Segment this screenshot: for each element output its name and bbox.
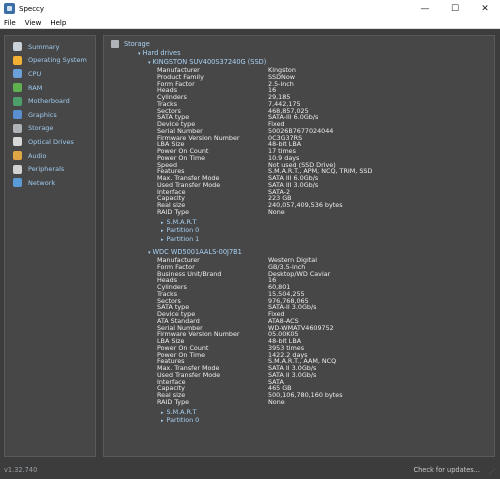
- sidebar-item-graphics[interactable]: Graphics: [5, 108, 95, 122]
- property-value: None: [268, 397, 285, 406]
- maximize-button[interactable]: ☐: [440, 0, 470, 17]
- sidebar-item-label: Operating System: [28, 56, 87, 65]
- sidebar-item-label: RAM: [28, 83, 43, 92]
- title-bar: Speccy — ☐ ✕: [0, 0, 500, 17]
- storage-details-panel[interactable]: Storage ▾ Hard drives ▾ KINGSTON SUV400S37…: [103, 35, 495, 457]
- sidebar-item-label: CPU: [28, 69, 42, 78]
- windows-icon: [13, 55, 22, 65]
- expand-arrow-icon: ▸: [161, 236, 164, 243]
- subnode-partition-1[interactable]: ▸ Partition 1: [161, 235, 199, 243]
- property-key: RAID Type: [157, 207, 190, 216]
- collapse-arrow-icon: ▾: [148, 60, 151, 66]
- summary-icon: [13, 42, 22, 52]
- property-value: None: [268, 207, 285, 216]
- expand-arrow-icon: ▸: [161, 409, 164, 416]
- storage-icon: [111, 40, 119, 48]
- cpu-icon: [13, 69, 22, 79]
- peripherals-icon: [13, 164, 22, 174]
- expand-arrow-icon: ▸: [161, 228, 164, 234]
- check-updates-link[interactable]: Check for updates...: [414, 466, 481, 474]
- menu-file[interactable]: File: [0, 19, 21, 27]
- network-icon: [13, 178, 22, 188]
- motherboard-icon: [13, 96, 22, 106]
- window-title: Speccy: [19, 4, 45, 13]
- speccy-app-icon: [4, 3, 15, 14]
- drive-kingston-header[interactable]: ▾ KINGSTON SUV400S37240G (SSD): [148, 58, 266, 66]
- sidebar-item-motherboard[interactable]: Motherboard: [5, 94, 95, 108]
- sidebar-item-label: Motherboard: [28, 97, 70, 106]
- collapse-arrow-icon: ▾: [138, 51, 141, 57]
- sidebar-item-label: Storage: [28, 124, 54, 133]
- sidebar-item-cpu[interactable]: CPU: [5, 67, 95, 81]
- property-value: Desktop/WD Caviar: [268, 269, 331, 278]
- ram-icon: [13, 83, 22, 93]
- drive-wdc-header[interactable]: ▾ WDC WD5001AALS-00J7B1: [148, 248, 242, 256]
- hard-drives-group[interactable]: ▾ Hard drives: [138, 49, 181, 57]
- sidebar-item-summary[interactable]: Summary: [5, 40, 95, 54]
- sidebar-item-operating-system[interactable]: Operating System: [5, 54, 95, 68]
- property-key: RAID Type: [157, 397, 190, 406]
- resize-grip-icon[interactable]: ⋰: [489, 468, 497, 476]
- sidebar-item-label: Graphics: [28, 110, 57, 119]
- sidebar-item-label: Optical Drives: [28, 137, 74, 146]
- sidebar-item-network[interactable]: Network: [5, 176, 95, 190]
- sidebar-item-storage[interactable]: Storage: [5, 122, 95, 136]
- subnode-s-m-a-r-t[interactable]: ▸ S.M.A.R.T: [161, 218, 197, 226]
- sidebar-item-audio[interactable]: Audio: [5, 149, 95, 163]
- section-title: Storage: [124, 40, 150, 48]
- menu-help[interactable]: Help: [46, 19, 71, 27]
- version-label: v1.32.740: [4, 466, 38, 474]
- sidebar-nav: Summary Operating System CPU RAM Motherboard…: [4, 35, 96, 457]
- sidebar-item-ram[interactable]: RAM: [5, 81, 95, 95]
- sidebar-item-label: Peripherals: [28, 165, 65, 174]
- storage-icon: [13, 123, 22, 133]
- window-controls: — ☐ ✕: [410, 0, 500, 17]
- expand-arrow-icon: ▸: [161, 418, 164, 424]
- sidebar-item-label: Network: [28, 178, 56, 187]
- minimize-button[interactable]: —: [410, 0, 440, 17]
- optical-drive-icon: [13, 137, 22, 147]
- sidebar-item-label: Audio: [28, 151, 47, 160]
- subnode-partition-0[interactable]: ▸ Partition 0: [161, 416, 199, 424]
- sidebar-item-optical-drives[interactable]: Optical Drives: [5, 135, 95, 149]
- menu-bar: File View Help: [0, 17, 500, 29]
- graphics-icon: [13, 110, 22, 120]
- menu-view[interactable]: View: [21, 19, 47, 27]
- status-bar: v1.32.740 Check for updates... ⋰: [0, 462, 500, 479]
- close-button[interactable]: ✕: [470, 0, 500, 17]
- sidebar-item-peripherals[interactable]: Peripherals: [5, 162, 95, 176]
- expand-arrow-icon: ▸: [161, 219, 164, 226]
- sidebar-item-label: Summary: [28, 42, 60, 51]
- collapse-arrow-icon: ▾: [148, 250, 151, 256]
- audio-icon: [13, 151, 22, 161]
- subnode-s-m-a-r-t[interactable]: ▸ S.M.A.R.T: [161, 408, 197, 416]
- subnode-partition-0[interactable]: ▸ Partition 0: [161, 226, 199, 234]
